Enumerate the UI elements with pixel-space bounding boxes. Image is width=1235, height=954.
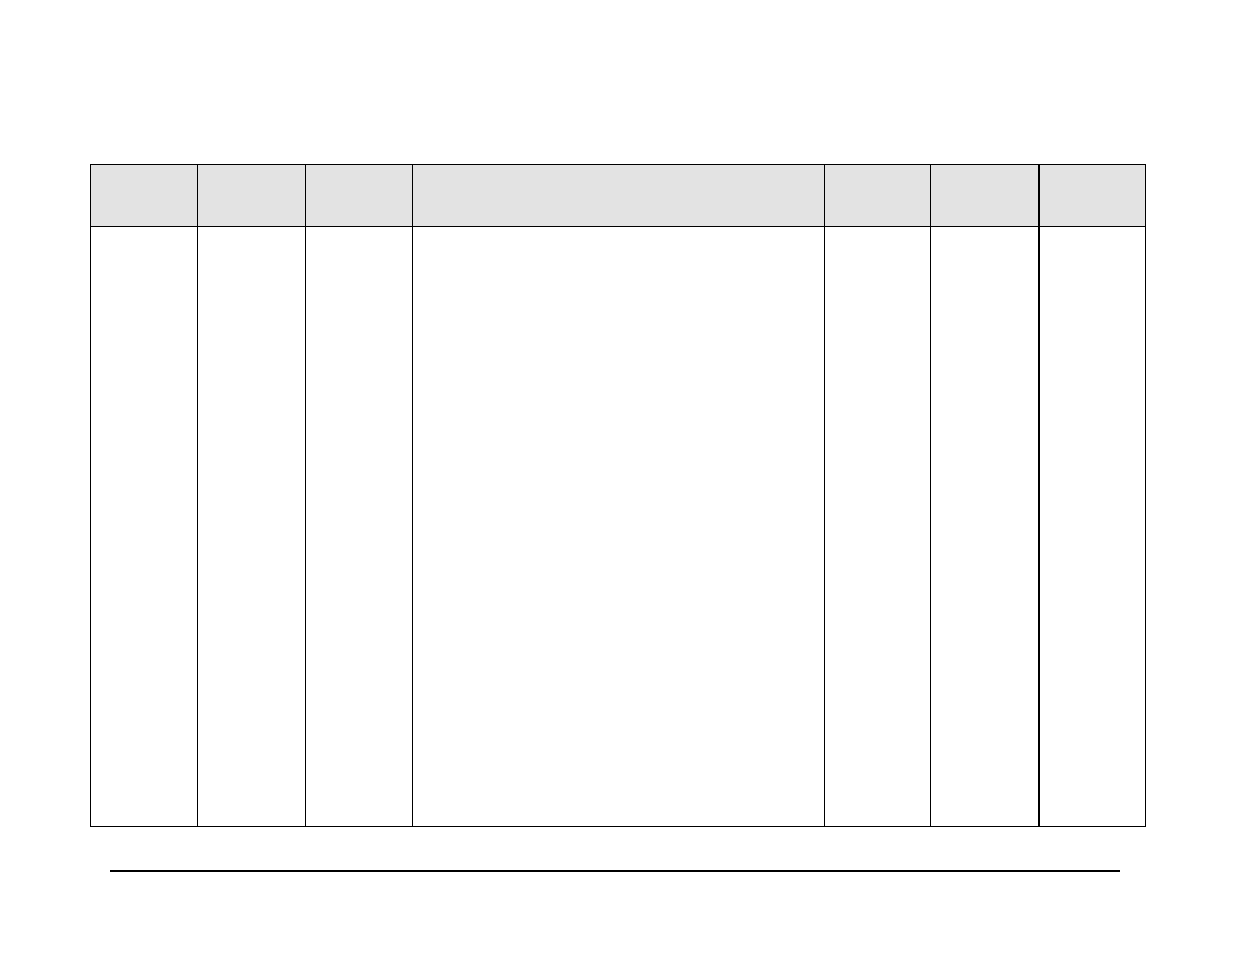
- table-header-cell: [1039, 165, 1146, 227]
- table-cell: [931, 227, 1039, 827]
- table-row: [91, 227, 1146, 827]
- data-table: [90, 164, 1146, 827]
- footer-divider: [110, 870, 1120, 872]
- table-header-cell: [931, 165, 1039, 227]
- table-cell: [91, 227, 198, 827]
- table-header-row: [91, 165, 1146, 227]
- table-cell: [825, 227, 931, 827]
- table-header-cell: [198, 165, 306, 227]
- table-cell: [413, 227, 825, 827]
- document-table: [90, 164, 1145, 827]
- table-header-cell: [91, 165, 198, 227]
- table-header-cell: [825, 165, 931, 227]
- table-cell: [306, 227, 413, 827]
- table-cell: [1039, 227, 1146, 827]
- table-header-cell: [413, 165, 825, 227]
- table-header-cell: [306, 165, 413, 227]
- table-cell: [198, 227, 306, 827]
